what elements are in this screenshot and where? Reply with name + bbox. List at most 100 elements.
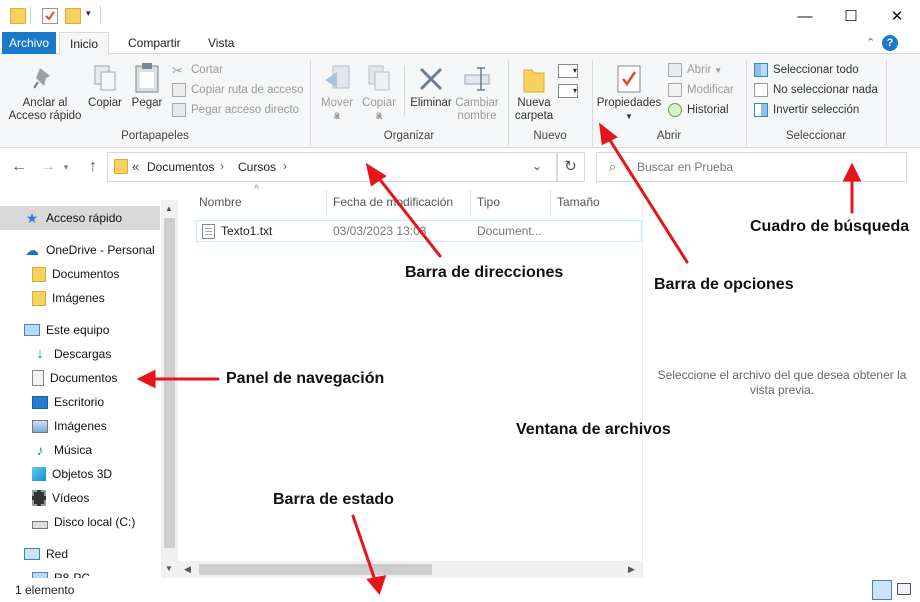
select-none-button[interactable]: No seleccionar nada	[754, 80, 878, 100]
history-label: Historial	[687, 104, 729, 116]
open-icon	[668, 63, 682, 77]
nav-item-label: Documentos	[52, 267, 120, 281]
scrollbar-thumb[interactable]	[199, 564, 432, 575]
column-header-name[interactable]: Nombre	[199, 190, 242, 214]
divider[interactable]	[470, 190, 471, 214]
cut-button[interactable]: ✂ Cortar	[172, 60, 304, 80]
select-none-label: No seleccionar nada	[773, 84, 878, 96]
nav-scrollbar[interactable]: ▲ ▼	[161, 200, 178, 578]
overflow-prefix[interactable]: «	[132, 159, 139, 174]
nav-item[interactable]: Imágenes	[0, 414, 107, 438]
search-box[interactable]: ⌕ Buscar en Prueba	[596, 152, 907, 182]
text-file-icon	[202, 224, 215, 239]
column-header-type[interactable]: Tipo	[477, 190, 500, 214]
nav-item-label: Música	[54, 443, 93, 457]
preview-pane-text: Seleccione el archivo del que desea obte…	[657, 368, 907, 397]
divider[interactable]	[326, 190, 327, 214]
group-label-seleccionar: Seleccionar	[785, 130, 847, 142]
help-icon[interactable]: ?	[882, 35, 898, 51]
address-bar[interactable]: « Documentos › Cursos › ⌄	[107, 152, 558, 182]
move-to-icon	[325, 65, 350, 89]
chevron-down-icon: ▼	[333, 112, 341, 121]
nav-item[interactable]: Disco local (C:)	[0, 510, 135, 534]
cut-label: Cortar	[191, 64, 223, 76]
tab-compartir[interactable]: Compartir	[118, 32, 191, 54]
easy-access-button[interactable]: ▾	[558, 84, 578, 98]
large-icons-view-icon[interactable]	[897, 583, 911, 595]
chevron-down-icon[interactable]: ⌄	[532, 159, 542, 173]
new-item-button[interactable]: ▾	[558, 64, 578, 78]
chevron-right-icon[interactable]: ›	[283, 159, 287, 173]
refresh-button[interactable]: ↻	[557, 152, 585, 182]
divider[interactable]	[550, 190, 551, 214]
desktop-icon	[32, 395, 48, 409]
nav-item[interactable]: ♪ Música	[0, 438, 93, 462]
chevron-up-icon[interactable]: ▲	[165, 204, 173, 213]
details-view-icon[interactable]	[872, 580, 892, 600]
nav-item[interactable]: Documentos	[0, 366, 117, 390]
divider	[100, 6, 101, 24]
cloud-icon: ☁	[25, 242, 39, 258]
table-row[interactable]: Texto1.txt 03/03/2023 13:03 Document...	[196, 220, 642, 242]
divider	[404, 66, 405, 116]
pictures-icon	[32, 419, 48, 433]
chevron-up-icon[interactable]: ⌃	[866, 36, 875, 49]
chevron-right-icon[interactable]: ›	[220, 159, 224, 173]
copy-label: Copiar	[88, 97, 122, 109]
chevron-down-icon: ▼	[714, 65, 723, 75]
nav-item[interactable]: ★ Acceso rápido	[0, 206, 160, 230]
minimize-button[interactable]: —	[782, 0, 828, 32]
tab-archivo[interactable]: Archivo	[2, 32, 56, 54]
breadcrumb-cursos[interactable]: Cursos	[238, 160, 276, 174]
column-header-size[interactable]: Tamaño	[557, 190, 600, 214]
nav-item[interactable]: Vídeos	[0, 486, 89, 510]
nav-item[interactable]: Objetos 3D	[0, 462, 112, 486]
edit-label: Modificar	[687, 84, 734, 96]
new-folder-quick-icon[interactable]	[65, 8, 81, 24]
history-button[interactable]: Historial	[668, 100, 734, 120]
invert-selection-button[interactable]: Invertir selección	[754, 100, 878, 120]
ribbon-tabs: Archivo Inicio Compartir Vista ⌃ ?	[0, 32, 920, 55]
nav-item[interactable]: R8-PC	[0, 566, 90, 578]
chevron-down-icon[interactable]: ▼	[165, 564, 173, 573]
select-all-button[interactable]: Seleccionar todo	[754, 60, 878, 80]
select-all-icon	[754, 63, 768, 77]
paste-shortcut-button[interactable]: Pegar acceso directo	[172, 100, 304, 120]
scrollbar-thumb[interactable]	[164, 218, 175, 548]
column-header-date[interactable]: Fecha de modificación	[333, 190, 453, 214]
maximize-button[interactable]: ☐	[828, 0, 874, 32]
nav-item-label: Imágenes	[52, 291, 105, 305]
customize-quick-access-icon[interactable]: ▾	[86, 8, 91, 19]
close-button[interactable]: ✕	[874, 0, 920, 32]
annotation-nav-panel: Panel de navegación	[226, 370, 385, 387]
nav-item[interactable]: ☁ OneDrive - Personal	[0, 238, 155, 262]
chevron-right-icon[interactable]: ▶	[628, 564, 635, 575]
nav-item[interactable]: ↓ Descargas	[0, 342, 111, 366]
tab-inicio[interactable]: Inicio	[59, 32, 110, 55]
new-folder-label: Nueva carpeta	[514, 97, 554, 122]
forward-button[interactable]: →	[38, 156, 58, 178]
up-button[interactable]: ↑	[83, 156, 103, 178]
select-all-label: Seleccionar todo	[773, 64, 859, 76]
recent-locations-chevron-icon[interactable]: ▾	[60, 156, 72, 178]
properties-quick-icon[interactable]	[42, 8, 58, 24]
rename-icon	[464, 67, 490, 91]
nav-item[interactable]: Imágenes	[0, 286, 105, 310]
copy-path-icon	[172, 83, 186, 97]
copy-path-button[interactable]: Copiar ruta de acceso	[172, 80, 304, 100]
tab-vista[interactable]: Vista	[198, 32, 244, 54]
nav-item-label: R8-PC	[54, 571, 91, 578]
nav-item-label: Acceso rápido	[46, 211, 123, 225]
breadcrumb-documentos[interactable]: Documentos	[147, 160, 214, 174]
horizontal-scrollbar[interactable]: ◀ ▶	[178, 561, 642, 578]
open-button[interactable]: Abrir ▼	[668, 60, 734, 80]
delete-label: Eliminar	[410, 97, 452, 109]
nav-item[interactable]: Red	[0, 542, 68, 566]
nav-item[interactable]: Documentos	[0, 262, 119, 286]
edit-button[interactable]: Modificar	[668, 80, 734, 100]
back-button[interactable]: ←	[9, 156, 29, 178]
chevron-left-icon[interactable]: ◀	[184, 564, 191, 575]
nav-item[interactable]: Escritorio	[0, 390, 104, 414]
folder-icon	[32, 266, 46, 282]
nav-item[interactable]: Este equipo	[0, 318, 109, 342]
